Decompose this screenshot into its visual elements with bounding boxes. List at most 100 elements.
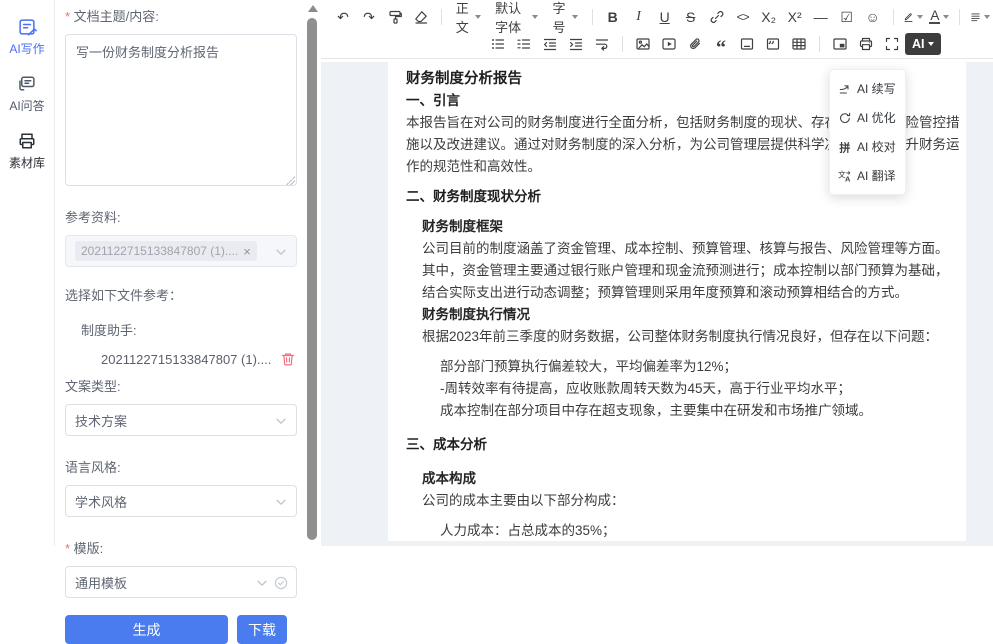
embed-icon[interactable] (827, 32, 853, 56)
trash-icon[interactable] (280, 351, 296, 367)
doc-type-select[interactable]: 技术方案 (65, 404, 297, 436)
toolbar-divider (819, 36, 820, 52)
strikethrough-button[interactable]: S (678, 5, 704, 29)
sidebar-item-material-library[interactable]: 素材库 (0, 131, 54, 171)
writing-form-panel: 文档主题/内容: 参考资料: 2021122715133847807 (1)..… (56, 0, 320, 546)
panel-scrollbar-thumb[interactable] (307, 18, 317, 540)
format-painter-icon[interactable] (382, 5, 408, 29)
task-list-icon[interactable]: ☑ (834, 5, 860, 29)
toolbar-divider (441, 9, 442, 25)
ai-menu-item-continue[interactable]: AI 续写 (830, 74, 905, 103)
sidebar-item-ai-qa[interactable]: AI问答 (0, 74, 54, 114)
blockquote-icon[interactable]: “ (708, 32, 734, 56)
table-icon[interactable] (786, 32, 812, 56)
chevron-down-icon (274, 495, 288, 509)
caret-down-icon (532, 15, 538, 19)
file-select-label: 选择如下文件参考： (65, 285, 298, 304)
paragraph-style-dropdown[interactable]: 正文 (449, 5, 488, 29)
toolbar-divider (622, 36, 623, 52)
video-icon[interactable] (656, 32, 682, 56)
circle-check-icon (273, 575, 289, 591)
toolbar-divider (959, 9, 960, 25)
print-icon[interactable] (853, 32, 879, 56)
language-style-select[interactable]: 学术风格 (65, 485, 297, 517)
align-dropdown[interactable] (967, 5, 993, 29)
font-family-dropdown[interactable]: 默认字体 (488, 5, 545, 29)
eraser-icon[interactable] (408, 5, 434, 29)
continue-icon (838, 82, 852, 96)
doc-heading[interactable]: 财务制度框架 (406, 216, 960, 238)
ai-menu-item-label: AI 续写 (857, 80, 896, 97)
doc-heading[interactable]: 三、成本分析 (406, 434, 960, 456)
indent-icon[interactable] (563, 32, 589, 56)
chevron-down-icon (255, 576, 269, 590)
inline-code-icon[interactable]: <> (730, 5, 756, 29)
sidebar-item-label: AI问答 (9, 97, 44, 114)
bullet-list-icon[interactable] (485, 32, 511, 56)
caret-down-icon (984, 15, 990, 19)
ai-menu-button[interactable]: AI (905, 33, 941, 55)
doc-type-label: 文案类型: (65, 376, 298, 395)
sidebar-item-label: AI写作 (9, 40, 44, 57)
subscript-button[interactable]: X₂ (756, 5, 782, 29)
caret-down-icon (917, 15, 923, 19)
doc-paragraph[interactable]: 成本控制在部分项目中存在超支现象，主要集中在研发和市场推广领域。 (406, 400, 960, 422)
italic-button[interactable]: I (626, 5, 652, 29)
chat-icon (17, 74, 37, 94)
link-icon[interactable] (704, 5, 730, 29)
generate-button[interactable]: 生成 (65, 615, 228, 644)
underline-button[interactable]: U (652, 5, 678, 29)
write-icon (17, 17, 37, 37)
fullscreen-icon[interactable] (879, 32, 905, 56)
doc-paragraph[interactable]: 根据2023年前三季度的财务数据，公司整体财务制度执行情况良好，但存在以下问题： (406, 326, 960, 348)
sidebar-item-ai-writing[interactable]: AI写作 (0, 17, 54, 57)
caret-down-icon (475, 15, 481, 19)
font-color-dropdown[interactable]: A (926, 5, 952, 29)
text-wrap-icon[interactable] (589, 32, 615, 56)
doc-paragraph[interactable]: 公司的成本主要由以下部分构成： (406, 490, 960, 512)
ordered-list-icon[interactable] (511, 32, 537, 56)
ai-dropdown-menu: AI 续写AI 优化拼AI 校对文AAI 翻译 (829, 69, 906, 195)
code-block-icon[interactable] (734, 32, 760, 56)
annotation-icon[interactable] (760, 32, 786, 56)
scrollbar-up-arrow[interactable] (308, 5, 318, 12)
svg-text:A: A (845, 174, 851, 182)
doc-heading[interactable]: 财务制度执行情况 (406, 304, 960, 326)
horizontal-rule-icon[interactable]: — (808, 5, 834, 29)
emoji-icon[interactable]: ☺ (860, 5, 886, 29)
reference-select[interactable]: 2021122715133847807 (1).... × (65, 235, 297, 267)
doc-paragraph[interactable]: 人力成本：占总成本的35%； (406, 520, 960, 541)
ai-menu-item-proofread[interactable]: 拼 AI 校对 (830, 132, 905, 161)
highlight-color-dropdown[interactable] (900, 5, 926, 29)
ai-menu-item-label: AI 校对 (857, 138, 896, 155)
image-icon[interactable] (630, 32, 656, 56)
attachment-icon[interactable] (682, 32, 708, 56)
ai-menu-item-label: AI 优化 (857, 109, 896, 126)
bold-button[interactable]: B (600, 5, 626, 29)
caret-down-icon (928, 42, 934, 46)
chevron-down-icon (274, 414, 288, 428)
undo-icon[interactable]: ↶ (330, 5, 356, 29)
superscript-button[interactable]: X² (782, 5, 808, 29)
ai-menu-item-translate[interactable]: 文AAI 翻译 (830, 161, 905, 190)
chevron-down-icon (274, 245, 288, 259)
doc-heading[interactable]: 成本构成 (406, 468, 960, 490)
doc-paragraph[interactable]: -周转效率有待提高，应收账款周转天数为45天，高于行业平均水平； (406, 378, 960, 400)
ai-menu-item-optimize[interactable]: AI 优化 (830, 103, 905, 132)
doc-paragraph[interactable]: 部分部门预算执行偏差较大，平均偏差率为12%； (406, 356, 960, 378)
template-select[interactable]: 通用模板 (65, 566, 297, 598)
optimize-icon (838, 111, 852, 125)
file-group-label: 制度助手: (81, 320, 298, 339)
proofread-icon: 拼 (838, 140, 852, 154)
toolbar-divider (893, 9, 894, 25)
ai-menu-item-label: AI 翻译 (857, 167, 896, 184)
doc-paragraph[interactable]: 公司目前的制度涵盖了资金管理、成本控制、预算管理、核算与报告、风险管理等方面。其… (406, 238, 960, 304)
tag-close-icon[interactable]: × (243, 245, 251, 258)
template-label: 模版: (65, 538, 298, 557)
language-style-label: 语言风格: (65, 457, 298, 476)
outdent-icon[interactable] (537, 32, 563, 56)
download-button[interactable]: 下载 (237, 615, 287, 644)
topic-textarea[interactable] (65, 34, 297, 186)
font-size-dropdown[interactable]: 字号 (545, 5, 584, 29)
redo-icon[interactable]: ↷ (356, 5, 382, 29)
